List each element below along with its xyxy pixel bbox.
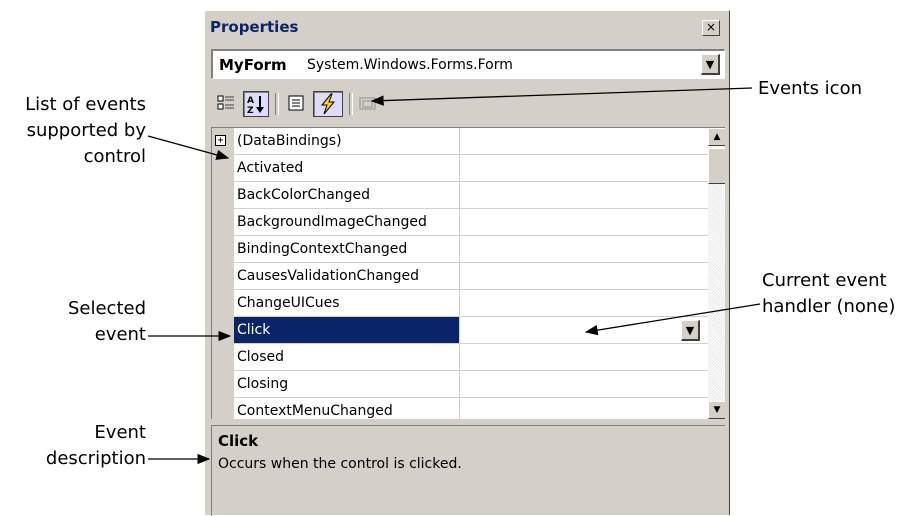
arrow-list-of-events bbox=[147, 135, 230, 160]
arrow-events-icon bbox=[370, 87, 753, 106]
callout-arrows bbox=[147, 87, 761, 465]
arrow-current-handler bbox=[584, 303, 761, 336]
